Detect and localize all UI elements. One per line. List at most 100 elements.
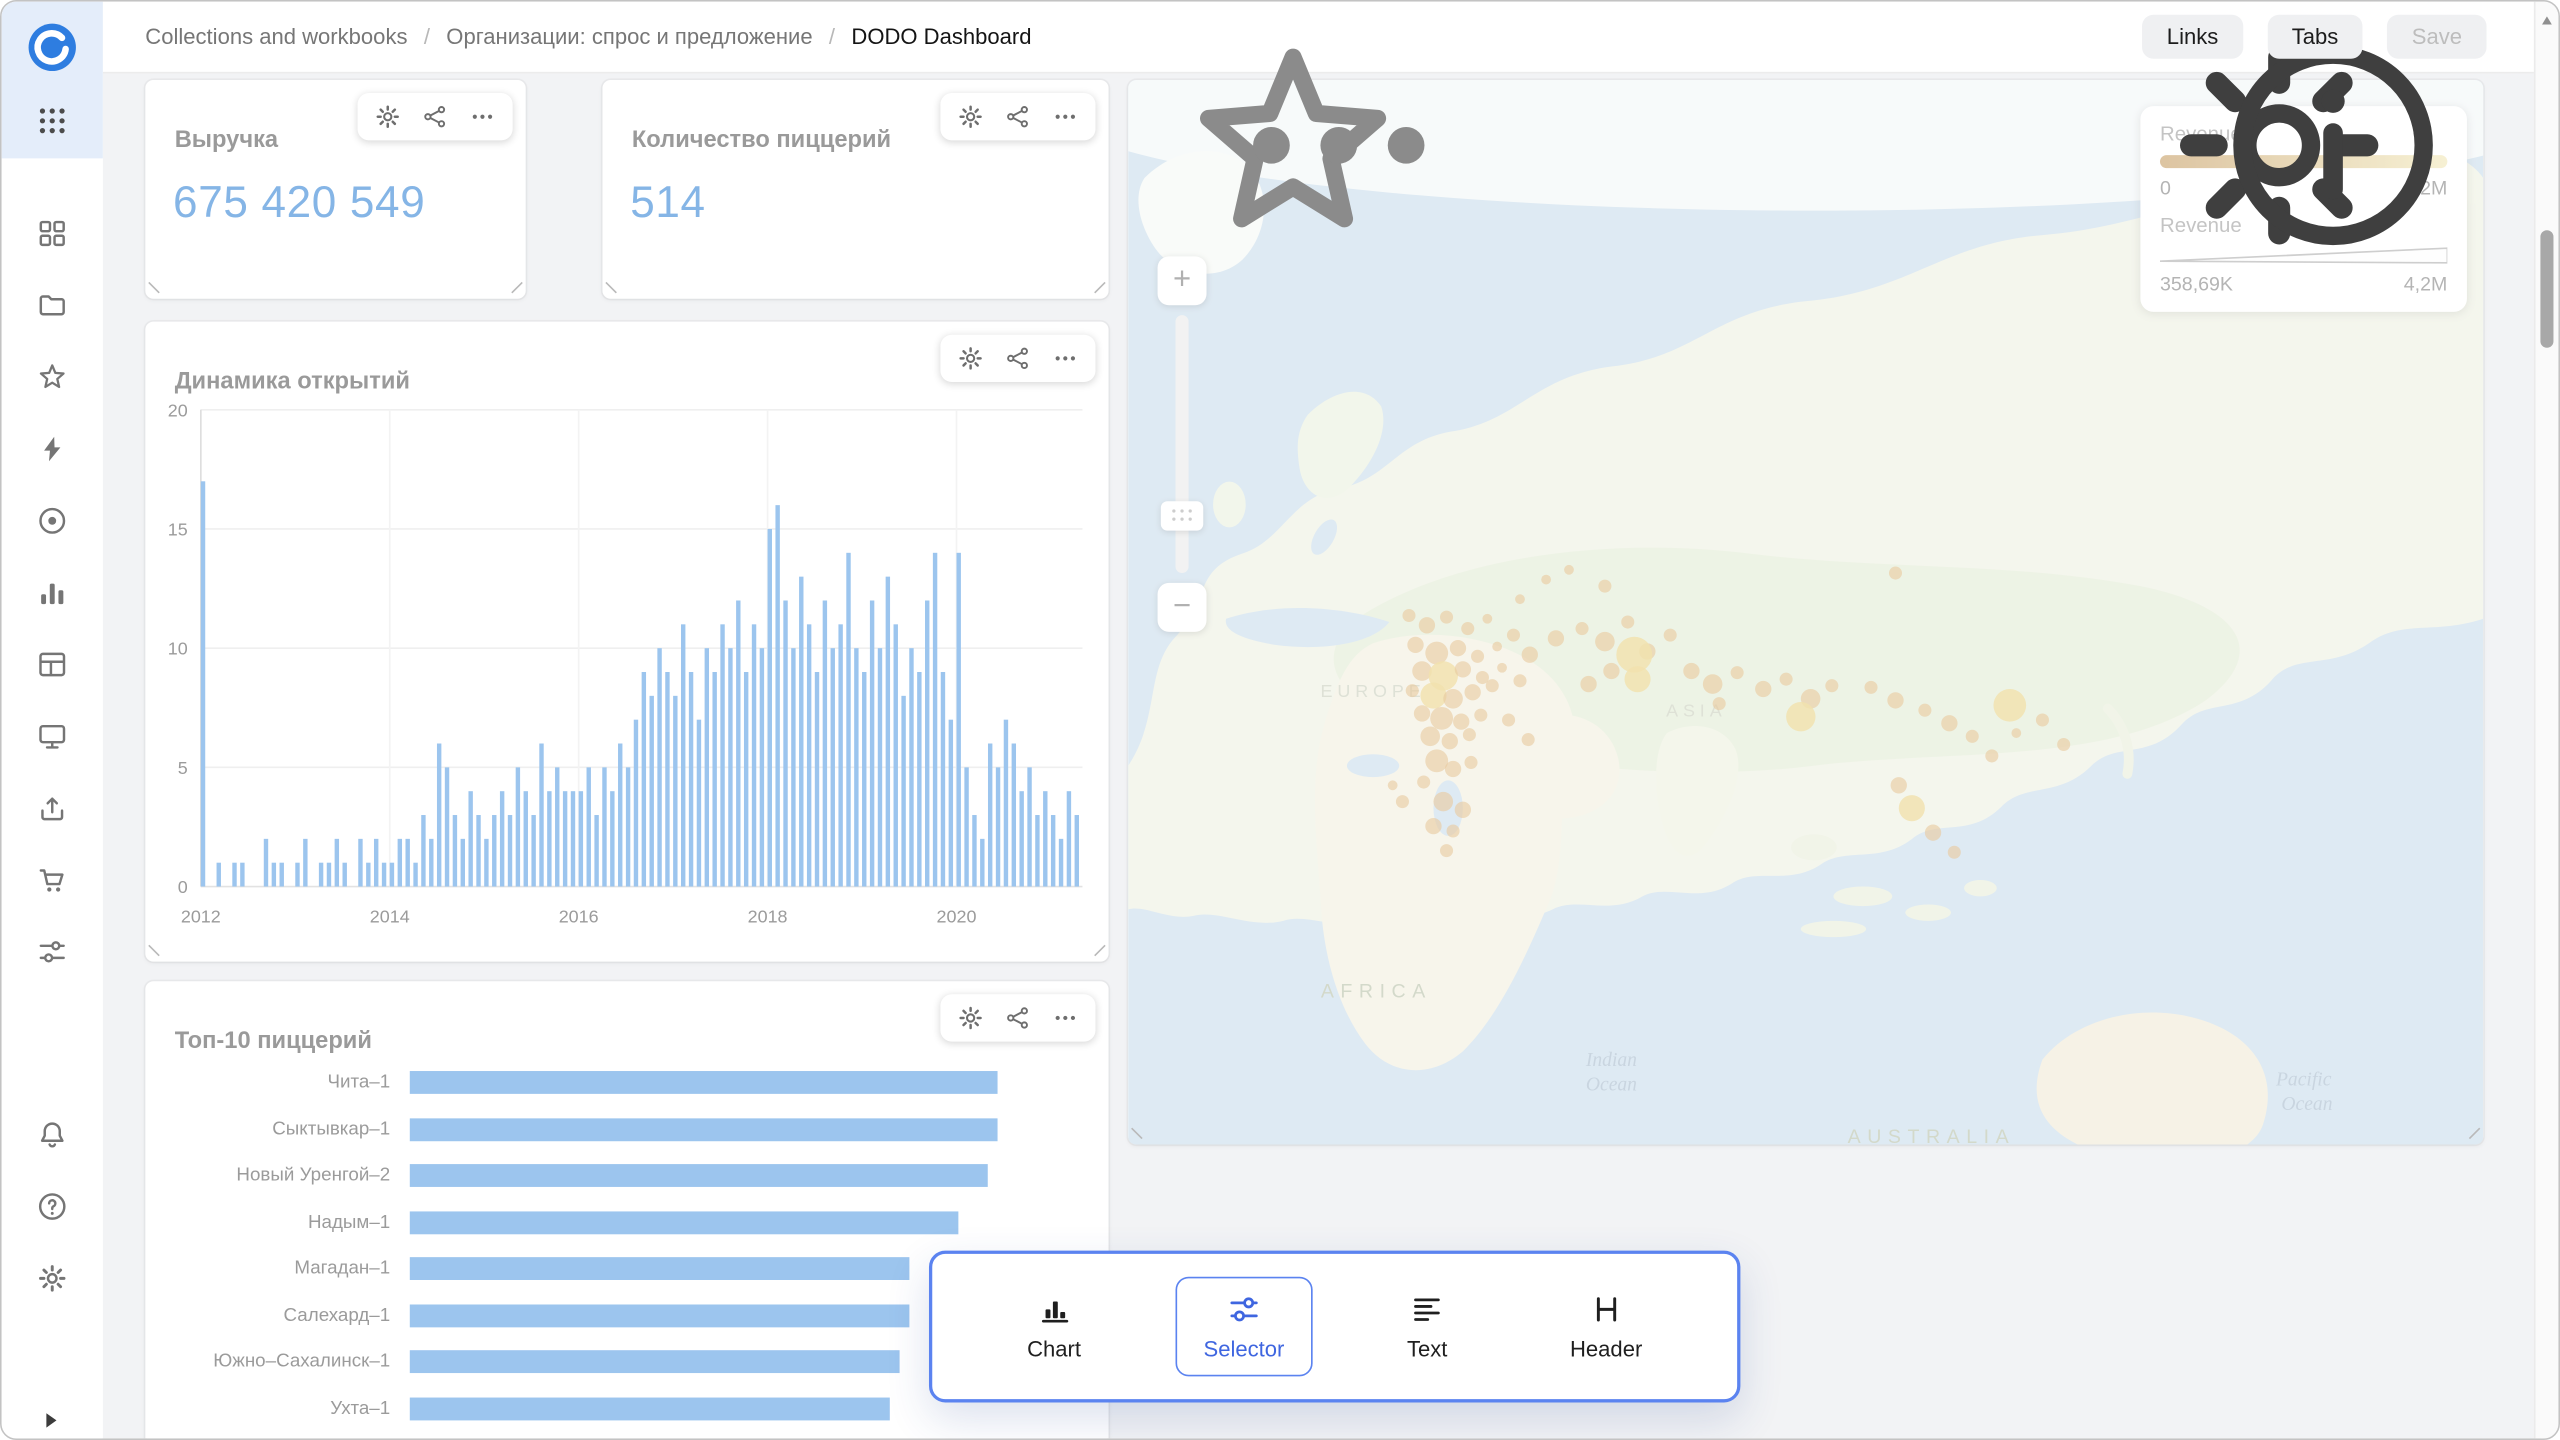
widget-links-icon[interactable]	[421, 103, 449, 131]
add-selector-button[interactable]: Selector	[1176, 1277, 1312, 1377]
bar-chart[interactable]: 0510152020122014201620182020	[158, 397, 1095, 942]
widget-links-icon[interactable]	[1004, 1004, 1032, 1032]
scrollbar[interactable]	[2534, 2, 2558, 1440]
widget-title: Динамика открытий	[175, 368, 410, 394]
sidebar-item-marketplace[interactable]	[36, 864, 69, 897]
page-title: DODO Dashboard	[851, 24, 1031, 48]
breadcrumb-collections[interactable]: Collections and workbooks	[145, 24, 407, 48]
resize-handle[interactable]	[1084, 271, 1106, 293]
notifications-bell-icon[interactable]	[36, 1118, 69, 1151]
sidebar-item-charts[interactable]	[36, 576, 69, 609]
text-icon	[1409, 1291, 1445, 1327]
bar-category-label: Салехард–1	[145, 1306, 409, 1326]
svg-text:10: 10	[168, 639, 188, 659]
breadcrumb-separator: /	[829, 24, 835, 48]
sidebar-item-collections[interactable]	[36, 289, 69, 322]
info-icon[interactable]	[2088, 22, 2117, 51]
bar	[410, 1351, 900, 1374]
bar	[410, 1258, 910, 1281]
breadcrumb: Collections and workbooks / Организации:…	[145, 22, 1123, 51]
widget-links-icon[interactable]	[1004, 103, 1032, 131]
sidebar-item-uploads[interactable]	[36, 792, 69, 825]
svg-text:2016: 2016	[559, 906, 599, 926]
bar	[410, 1071, 998, 1094]
sidebar-item-tables[interactable]	[36, 648, 69, 681]
zoom-slider-track[interactable]	[1176, 315, 1189, 573]
bar-row: Сыктывкар–1	[145, 1106, 1095, 1153]
sidebar-item-settings-sliders[interactable]	[36, 936, 69, 969]
svg-text:5: 5	[178, 758, 188, 778]
add-header-label: Header	[1570, 1337, 1642, 1361]
add-chart-button[interactable]: Chart	[999, 1277, 1108, 1377]
svg-text:2012: 2012	[181, 906, 221, 926]
tabs-button[interactable]: Tabs	[2267, 15, 2363, 59]
widget-openings-dynamics-chart[interactable]: Динамика открытий 0510152020122014201620…	[145, 322, 1108, 962]
sidebar-bottom	[2, 1118, 103, 1294]
header-actions: Links Tabs Save	[2035, 15, 2487, 59]
bar-category-label: Сыктывкар–1	[145, 1120, 409, 1140]
widget-settings-gear-icon[interactable]	[957, 1004, 985, 1032]
zoom-slider-handle[interactable]	[1161, 501, 1203, 530]
zoom-out-button[interactable]: −	[1158, 583, 1207, 632]
add-header-button[interactable]: Header	[1542, 1277, 1670, 1377]
map-zoom-control: + −	[1158, 256, 1207, 632]
save-button[interactable]: Save	[2387, 15, 2486, 59]
widget-settings-gear-icon[interactable]	[957, 344, 985, 372]
settings-gear-icon[interactable]	[36, 1262, 69, 1295]
breadcrumb-workbook[interactable]: Организации: спрос и предложение	[446, 24, 812, 48]
sidebar-item-functions[interactable]	[36, 433, 69, 466]
dashboard-settings-gear-icon[interactable]	[2035, 22, 2064, 51]
widget-more-icon[interactable]	[469, 103, 497, 131]
resize-handle[interactable]	[501, 271, 523, 293]
scrollbar-up-arrow-icon[interactable]	[2541, 16, 2551, 24]
add-text-button[interactable]: Text	[1379, 1277, 1475, 1377]
add-chart-label: Chart	[1027, 1337, 1081, 1361]
svg-text:20: 20	[168, 400, 188, 420]
sidebar-item-favorites[interactable]	[36, 361, 69, 394]
scrollbar-thumb[interactable]	[2540, 230, 2553, 348]
selector-icon	[1226, 1291, 1262, 1327]
legend-size-max: 4,2M	[2404, 273, 2448, 296]
sidebar-item-monitoring[interactable]	[36, 720, 69, 753]
bar	[410, 1304, 910, 1327]
breadcrumb-separator: /	[424, 24, 430, 48]
widget-settings-gear-icon[interactable]	[957, 103, 985, 131]
chart-icon	[1036, 1291, 1072, 1327]
resize-handle[interactable]	[148, 271, 170, 293]
bar	[410, 1164, 988, 1187]
app-window: Collections and workbooks / Организации:…	[0, 0, 2560, 1440]
bar-row: Новый Уренгой–2	[145, 1153, 1095, 1200]
bar	[410, 1397, 890, 1420]
bar-row: Надым–1	[145, 1199, 1095, 1246]
sidebar-expand-button[interactable]	[38, 1407, 64, 1433]
bar-row: Чита–1	[145, 1060, 1095, 1107]
sidebar-item-dashboards[interactable]	[36, 217, 69, 250]
more-icon[interactable]	[1094, 22, 1123, 51]
header-icon	[1588, 1291, 1624, 1327]
bar	[410, 1118, 998, 1141]
widget-revenue[interactable]: Выручка 675 420 549	[145, 80, 525, 299]
bar-category-label: Чита–1	[145, 1073, 409, 1093]
grip-dots-icon	[1172, 509, 1175, 512]
sidebar-item-services[interactable]	[36, 504, 69, 537]
resize-handle[interactable]	[605, 271, 627, 293]
widget-more-icon[interactable]	[1051, 1004, 1079, 1032]
svg-text:2020: 2020	[937, 906, 977, 926]
widget-more-icon[interactable]	[1051, 344, 1079, 372]
widget-pizzerias-count[interactable]: Количество пиццерий 514	[602, 80, 1108, 299]
add-text-label: Text	[1407, 1337, 1447, 1361]
top-bar: Collections and workbooks / Организации:…	[103, 2, 2536, 74]
svg-text:Ocean: Ocean	[2281, 1094, 2332, 1115]
svg-text:2018: 2018	[748, 906, 788, 926]
links-button[interactable]: Links	[2142, 15, 2242, 59]
sidebar-nav	[2, 217, 103, 968]
apps-grid-icon[interactable]	[36, 104, 69, 137]
widget-links-icon[interactable]	[1004, 344, 1032, 372]
widget-settings-gear-icon[interactable]	[374, 103, 402, 131]
svg-text:2014: 2014	[370, 906, 410, 926]
favorite-star-icon[interactable]	[1048, 22, 1077, 51]
sidebar	[2, 2, 103, 1440]
datalens-logo-icon[interactable]	[26, 21, 78, 73]
widget-actions	[940, 335, 1095, 382]
help-icon[interactable]	[36, 1190, 69, 1223]
